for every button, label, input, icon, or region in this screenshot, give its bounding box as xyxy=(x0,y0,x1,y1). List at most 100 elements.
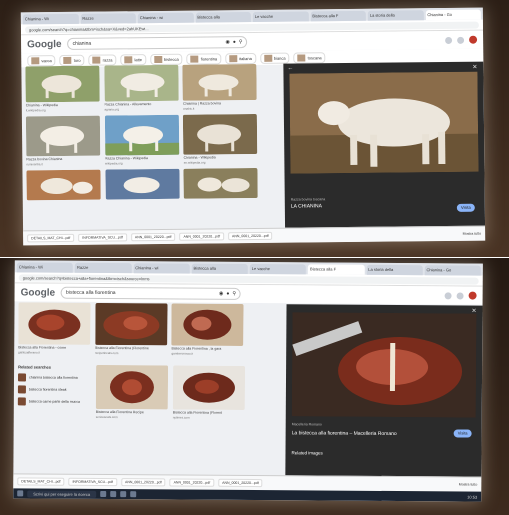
image-result[interactable]: Bistecca alla Fiorentina (Florentine reci… xyxy=(94,302,168,356)
steak-thumbnail xyxy=(94,302,168,346)
download-item[interactable]: ANN_0001_20220...pdf xyxy=(227,231,273,241)
settings-icon[interactable] xyxy=(445,36,453,44)
image-result[interactable]: Razza Chianina - Allevamento agraria.org xyxy=(104,64,179,112)
image-result[interactable]: Bistecca alla Fiorentina Recipe seriousea… xyxy=(96,364,169,420)
mic-icon[interactable]: ● xyxy=(233,39,236,45)
filter-chip[interactable]: toscana xyxy=(293,51,326,64)
image-result[interactable]: Bistecca alla Fiorentina (Florent nytimes… xyxy=(173,365,246,420)
app-icon[interactable] xyxy=(100,490,107,498)
image-result[interactable]: Razza Chianina - Wikipedia wikipedia.org xyxy=(104,114,180,166)
browser-tab[interactable]: Le vacche xyxy=(252,11,309,22)
windows-taskbar: Scrivi qui per eseguire la ricerca 10:53 xyxy=(13,488,482,502)
camera-icon[interactable]: ◉ xyxy=(219,291,223,297)
large-steak-image[interactable] xyxy=(291,312,477,418)
image-result[interactable] xyxy=(183,167,259,199)
image-result[interactable] xyxy=(26,169,101,201)
app-icon[interactable] xyxy=(120,491,127,498)
preview-title: La bistecca alla fiorentina – Macelleria… xyxy=(291,430,397,438)
related-search-item[interactable]: bistecca fiorentina steak xyxy=(17,385,94,394)
close-icon[interactable]: ✕ xyxy=(472,64,477,71)
browser-tab[interactable]: La storia della xyxy=(366,264,423,276)
image-result[interactable]: Chianina - Wikipedia en.wikipedia.org xyxy=(183,113,258,165)
search-input[interactable]: bistecca alla fiorentina ◉ ● ⚲ xyxy=(61,286,242,300)
show-all-link[interactable]: Mostra tutto xyxy=(459,482,478,486)
search-icon[interactable]: ⚲ xyxy=(232,291,236,297)
image-result[interactable] xyxy=(105,168,180,200)
apps-grid-icon[interactable] xyxy=(456,291,464,300)
browser-tab[interactable]: Chianina - Wi xyxy=(16,262,74,273)
download-item[interactable]: DETAILS_MAT_CHI...pdf xyxy=(27,233,75,243)
back-arrow-icon[interactable]: ← xyxy=(287,66,293,72)
browser-tab[interactable]: Le vacche xyxy=(249,264,307,275)
apps-grid-icon[interactable] xyxy=(457,36,465,44)
image-result[interactable]: Chianina - Wikipedia it.wikipedia.org xyxy=(25,65,100,112)
google-logo[interactable]: Google xyxy=(21,287,56,298)
filter-chip[interactable]: italiana xyxy=(225,52,256,64)
browser-tab[interactable]: Razze xyxy=(75,262,132,274)
download-item[interactable]: DETAILS_MAT_CHI...pdf xyxy=(17,477,65,486)
browser-tab[interactable]: Bistecca alla xyxy=(195,12,251,23)
related-search-item[interactable]: bistecca carne parte della mucca xyxy=(17,397,94,406)
cow-thumbnail xyxy=(26,169,101,201)
app-icon[interactable] xyxy=(130,491,137,498)
browser-tab[interactable]: Chianina - wi xyxy=(137,12,194,24)
download-item[interactable]: ANN_0001_20220...pdf xyxy=(179,232,225,241)
avatar[interactable] xyxy=(469,35,478,44)
large-cow-image[interactable] xyxy=(289,71,479,174)
filter-chip[interactable]: razza xyxy=(88,53,117,66)
preview-source: Razza bovina toscana xyxy=(290,197,326,202)
app-icon[interactable] xyxy=(110,491,117,498)
settings-icon[interactable] xyxy=(444,291,452,299)
browser-tab[interactable]: Bistecca alla xyxy=(191,263,248,274)
image-result[interactable]: Bistecca alla Fiorentina , la gara gamber… xyxy=(172,303,245,356)
results-area: Bistecca alla Fiorentina - come giallozaf… xyxy=(13,302,483,478)
related-search-item[interactable]: chianina bistecca alla fiorentina xyxy=(17,373,94,382)
download-item[interactable]: ANN_0001_20220...pdf xyxy=(169,478,215,487)
image-result[interactable]: Chianina | Razza bovina anabic.it xyxy=(182,63,258,111)
visit-button[interactable]: Visita xyxy=(456,203,475,212)
image-result[interactable]: Bistecca alla Fiorentina - come giallozaf… xyxy=(18,302,91,355)
cow-thumbnail xyxy=(25,65,100,103)
cow-thumbnail xyxy=(104,64,179,102)
download-item[interactable]: ANN_0001_20220...pdf xyxy=(130,232,176,242)
download-item[interactable]: INFORMATIVA_SCU...pdf xyxy=(68,477,118,487)
show-all-link[interactable]: Mostra tutto xyxy=(463,232,482,236)
cow-thumbnail xyxy=(25,115,101,157)
browser-tab[interactable]: La storia della xyxy=(367,10,424,21)
filter-chip[interactable]: bistecca xyxy=(149,53,183,65)
avatar[interactable] xyxy=(468,291,477,300)
visit-button[interactable]: Visita xyxy=(453,429,472,438)
image-result[interactable]: Razza bovina Chianina ruminantia.it xyxy=(25,115,101,166)
filter-chip[interactable]: vacca xyxy=(27,54,56,66)
projected-screen-bottom: Chianina - Wi Razze Chianina - wi Bistec… xyxy=(13,260,483,502)
browser-tab[interactable]: Chianina - Go xyxy=(424,265,481,276)
filter-chip[interactable]: fiorentina xyxy=(186,52,222,65)
browser-tab-active[interactable]: Bistecca alla F xyxy=(307,264,365,275)
google-header: Google bistecca alla fiorentina ◉ ● ⚲ xyxy=(14,283,483,305)
google-logo[interactable]: Google xyxy=(27,39,62,50)
browser-tab[interactable]: Chianina - Wi xyxy=(22,13,79,25)
search-input[interactable]: chianina ◉ ● ⚲ xyxy=(67,36,248,50)
browser-tab[interactable]: Chianina - wi xyxy=(133,263,190,274)
image-grid-lower: Bistecca alla Fiorentina Recipe seriousea… xyxy=(96,364,246,420)
photo-top: Chianina - Wi Razze Chianina - wi Bistec… xyxy=(0,0,509,257)
browser-tab[interactable]: Bistecca alla F xyxy=(310,10,366,22)
results-area: Chianina - Wikipedia it.wikipedia.org Raz… xyxy=(21,61,486,232)
filter-chip[interactable]: latte xyxy=(120,53,147,65)
taskbar-search[interactable]: Scrivi qui per eseguire la ricerca xyxy=(27,489,97,498)
download-item[interactable]: ANN_0001_20220...pdf xyxy=(218,478,263,488)
mic-icon[interactable]: ● xyxy=(226,291,229,297)
start-icon[interactable] xyxy=(17,490,24,497)
filter-chip[interactable]: toro xyxy=(59,54,85,66)
url-text[interactable]: google.com/search?q=bistecca+alla+fioren… xyxy=(18,273,479,285)
download-item[interactable]: ANN_0001_20220...pdf xyxy=(120,478,166,487)
download-item[interactable]: INFORMATIVA_SCU...pdf xyxy=(78,233,127,242)
browser-tab[interactable]: Razze xyxy=(80,13,136,24)
cow-thumbnail xyxy=(104,114,179,156)
camera-icon[interactable]: ◉ xyxy=(225,39,229,45)
preview-source: Macelleria Romano xyxy=(291,422,322,427)
search-icon[interactable]: ⚲ xyxy=(239,39,243,45)
steak-thumbnail xyxy=(172,365,246,410)
filter-chip[interactable]: bianca xyxy=(259,52,290,64)
browser-tab-active[interactable]: Chianina - Go xyxy=(425,9,481,21)
